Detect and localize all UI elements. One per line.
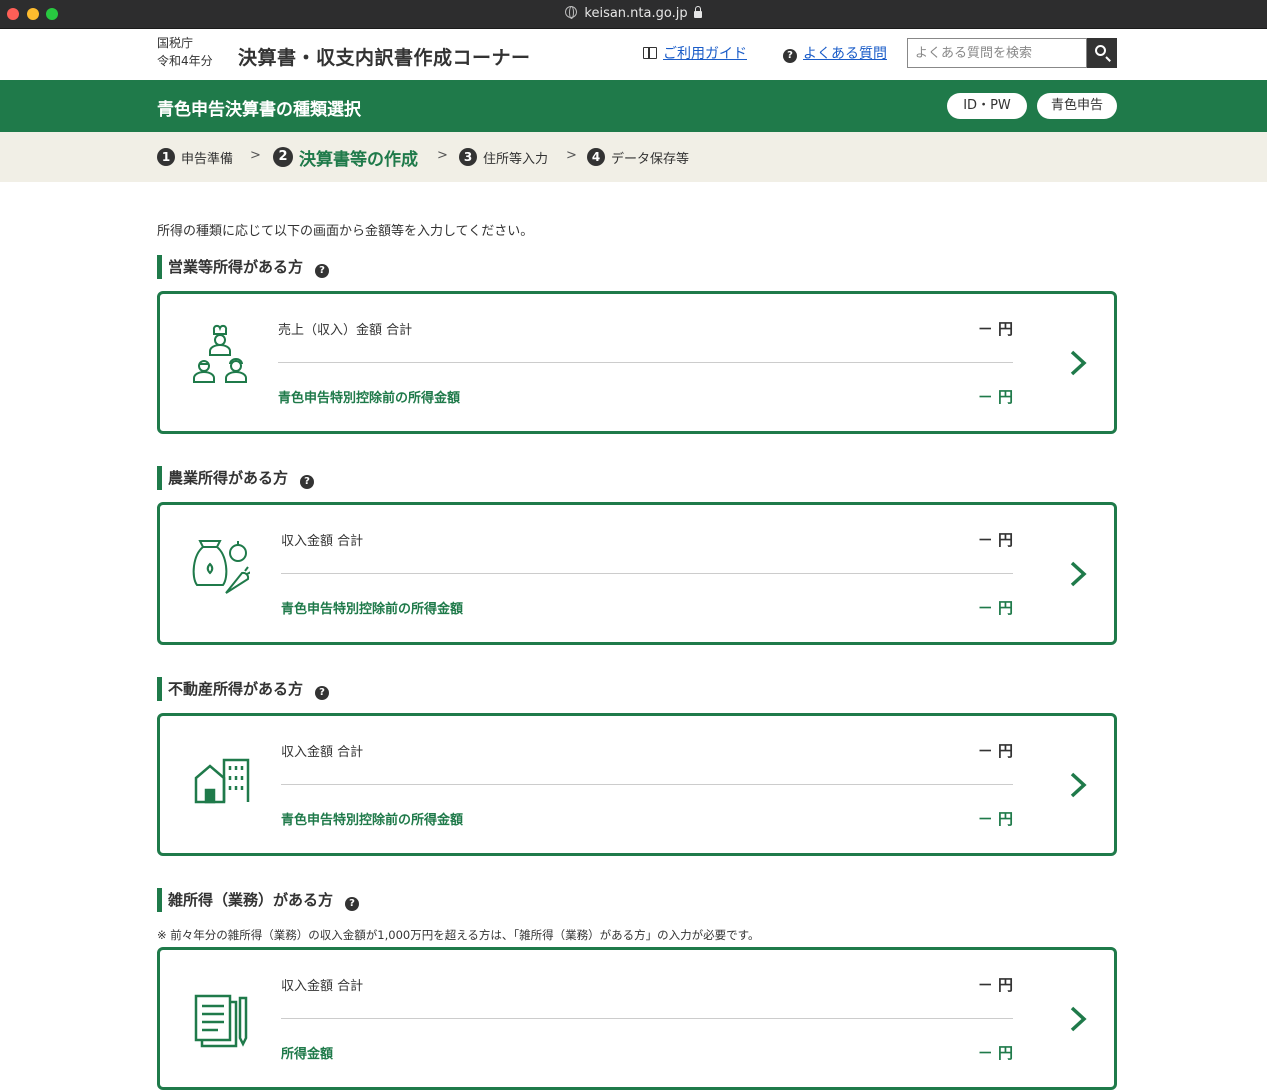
divider: [278, 362, 1013, 363]
income-before-deduction-label: 青色申告特別控除前の所得金額: [278, 391, 461, 406]
progress-steps: 1 申告準備 > 2 決算書等の作成 > 3 住所等入力 > 4 データ保存等: [0, 132, 1267, 182]
help-icon[interactable]: ?: [345, 897, 360, 911]
step-label: 住所等入力: [483, 151, 549, 167]
revenue-total-value: － 円: [977, 976, 1013, 994]
address-bar[interactable]: keisan.nta.go.jp: [0, 5, 1267, 23]
book-icon: [643, 47, 657, 59]
agriculture-icon: [192, 540, 250, 594]
section-title-misc-business: 雑所得（業務）がある方?: [157, 888, 365, 912]
step-2-current: 2 決算書等の作成: [273, 132, 418, 182]
guide-label: ご利用ガイド: [663, 46, 747, 62]
step-number: 1: [157, 148, 175, 166]
chevron-right-icon: >: [566, 148, 577, 163]
faq-link[interactable]: ? よくある質問: [783, 43, 887, 63]
section-title-text: 農業所得がある方: [168, 469, 289, 487]
chevron-right-icon: >: [250, 148, 261, 163]
chevron-right-icon: [1070, 350, 1087, 376]
step-3: 3 住所等入力: [459, 132, 548, 182]
search-button[interactable]: [1087, 38, 1117, 68]
revenue-total-label: 収入金額 合計: [281, 534, 364, 549]
income-amount-value: － 円: [977, 1044, 1013, 1062]
business-people-icon: [193, 324, 247, 383]
card-business-income[interactable]: 売上（収入）金額 合計 － 円 青色申告特別控除前の所得金額 － 円: [157, 291, 1117, 434]
question-icon: ?: [783, 49, 797, 63]
section-title-agriculture: 農業所得がある方?: [157, 466, 320, 490]
lock-icon: [693, 6, 702, 18]
step-number: 3: [459, 148, 477, 166]
step-number: 2: [273, 147, 293, 167]
card-misc-business-income[interactable]: 収入金額 合計 － 円 所得金額 － 円: [157, 947, 1117, 1090]
income-before-deduction-label: 青色申告特別控除前の所得金額: [281, 813, 464, 828]
intro-text: 所得の種類に応じて以下の画面から金額等を入力してください。: [157, 224, 534, 239]
globe-icon: [565, 6, 578, 19]
step-1: 1 申告準備: [157, 132, 233, 182]
step-number: 4: [587, 148, 605, 166]
misc-income-note: ※ 前々年分の雑所得（業務）の収入金額が1,000万円を超える方は、「雑所得（業…: [157, 928, 760, 942]
divider: [281, 573, 1013, 574]
browser-titlebar: keisan.nta.go.jp: [0, 0, 1267, 29]
income-before-deduction-value: － 円: [977, 599, 1013, 617]
step-label: 決算書等の作成: [299, 149, 418, 170]
help-icon[interactable]: ?: [315, 686, 330, 700]
sales-total-value: － 円: [977, 320, 1013, 338]
section-title-business: 営業等所得がある方?: [157, 255, 335, 279]
step-4: 4 データ保存等: [587, 132, 689, 182]
revenue-total-label: 収入金額 合計: [281, 745, 364, 760]
revenue-total-label: 収入金額 合計: [281, 979, 364, 994]
section-title-text: 営業等所得がある方: [168, 258, 304, 276]
card-agriculture-income[interactable]: 収入金額 合計 － 円 青色申告特別控除前の所得金額 － 円: [157, 502, 1117, 645]
site-title: 決算書・収支内訳書作成コーナー: [238, 47, 531, 69]
blue-return-badge: 青色申告: [1037, 93, 1117, 119]
income-before-deduction-value: － 円: [977, 810, 1013, 828]
faq-label: よくある質問: [803, 46, 887, 62]
id-pw-badge: ID・PW: [947, 93, 1027, 119]
url-text: keisan.nta.go.jp: [584, 6, 688, 21]
card-real-estate-income[interactable]: 収入金額 合計 － 円 青色申告特別控除前の所得金額 － 円: [157, 713, 1117, 856]
divider: [281, 1018, 1013, 1019]
section-title-text: 雑所得（業務）がある方: [168, 891, 334, 909]
site-header: 国税庁 令和4年分 決算書・収支内訳書作成コーナー ご利用ガイド ? よくある質問: [0, 29, 1267, 80]
step-label: データ保存等: [611, 151, 690, 167]
real-estate-icon: [194, 758, 250, 804]
sales-total-label: 売上（収入）金額 合計: [278, 323, 413, 338]
chevron-right-icon: [1070, 1006, 1087, 1032]
faq-search-input[interactable]: [907, 38, 1087, 68]
income-before-deduction-value: － 円: [977, 388, 1013, 406]
chevron-right-icon: [1070, 772, 1087, 798]
section-title-real-estate: 不動産所得がある方?: [157, 677, 335, 701]
page-title-band: 青色申告決算書の種類選択 ID・PW 青色申告: [0, 80, 1267, 132]
step-label: 申告準備: [181, 151, 234, 167]
guide-link[interactable]: ご利用ガイド: [643, 43, 747, 63]
page-title: 青色申告決算書の種類選択: [157, 100, 361, 120]
tax-year: 令和4年分: [157, 54, 213, 68]
section-title-text: 不動産所得がある方: [168, 680, 304, 698]
help-icon[interactable]: ?: [315, 264, 330, 278]
documents-icon: [194, 994, 248, 1048]
chevron-right-icon: [1070, 561, 1087, 587]
divider: [281, 784, 1013, 785]
faq-search: [907, 38, 1117, 68]
revenue-total-value: － 円: [977, 742, 1013, 760]
revenue-total-value: － 円: [977, 531, 1013, 549]
income-before-deduction-label: 青色申告特別控除前の所得金額: [281, 602, 464, 617]
chevron-right-icon: >: [437, 148, 448, 163]
search-icon: [1095, 45, 1106, 56]
agency-block: 国税庁 令和4年分: [157, 34, 213, 70]
help-icon[interactable]: ?: [300, 475, 315, 489]
agency-name: 国税庁: [157, 36, 194, 50]
income-amount-label: 所得金額: [281, 1047, 334, 1062]
